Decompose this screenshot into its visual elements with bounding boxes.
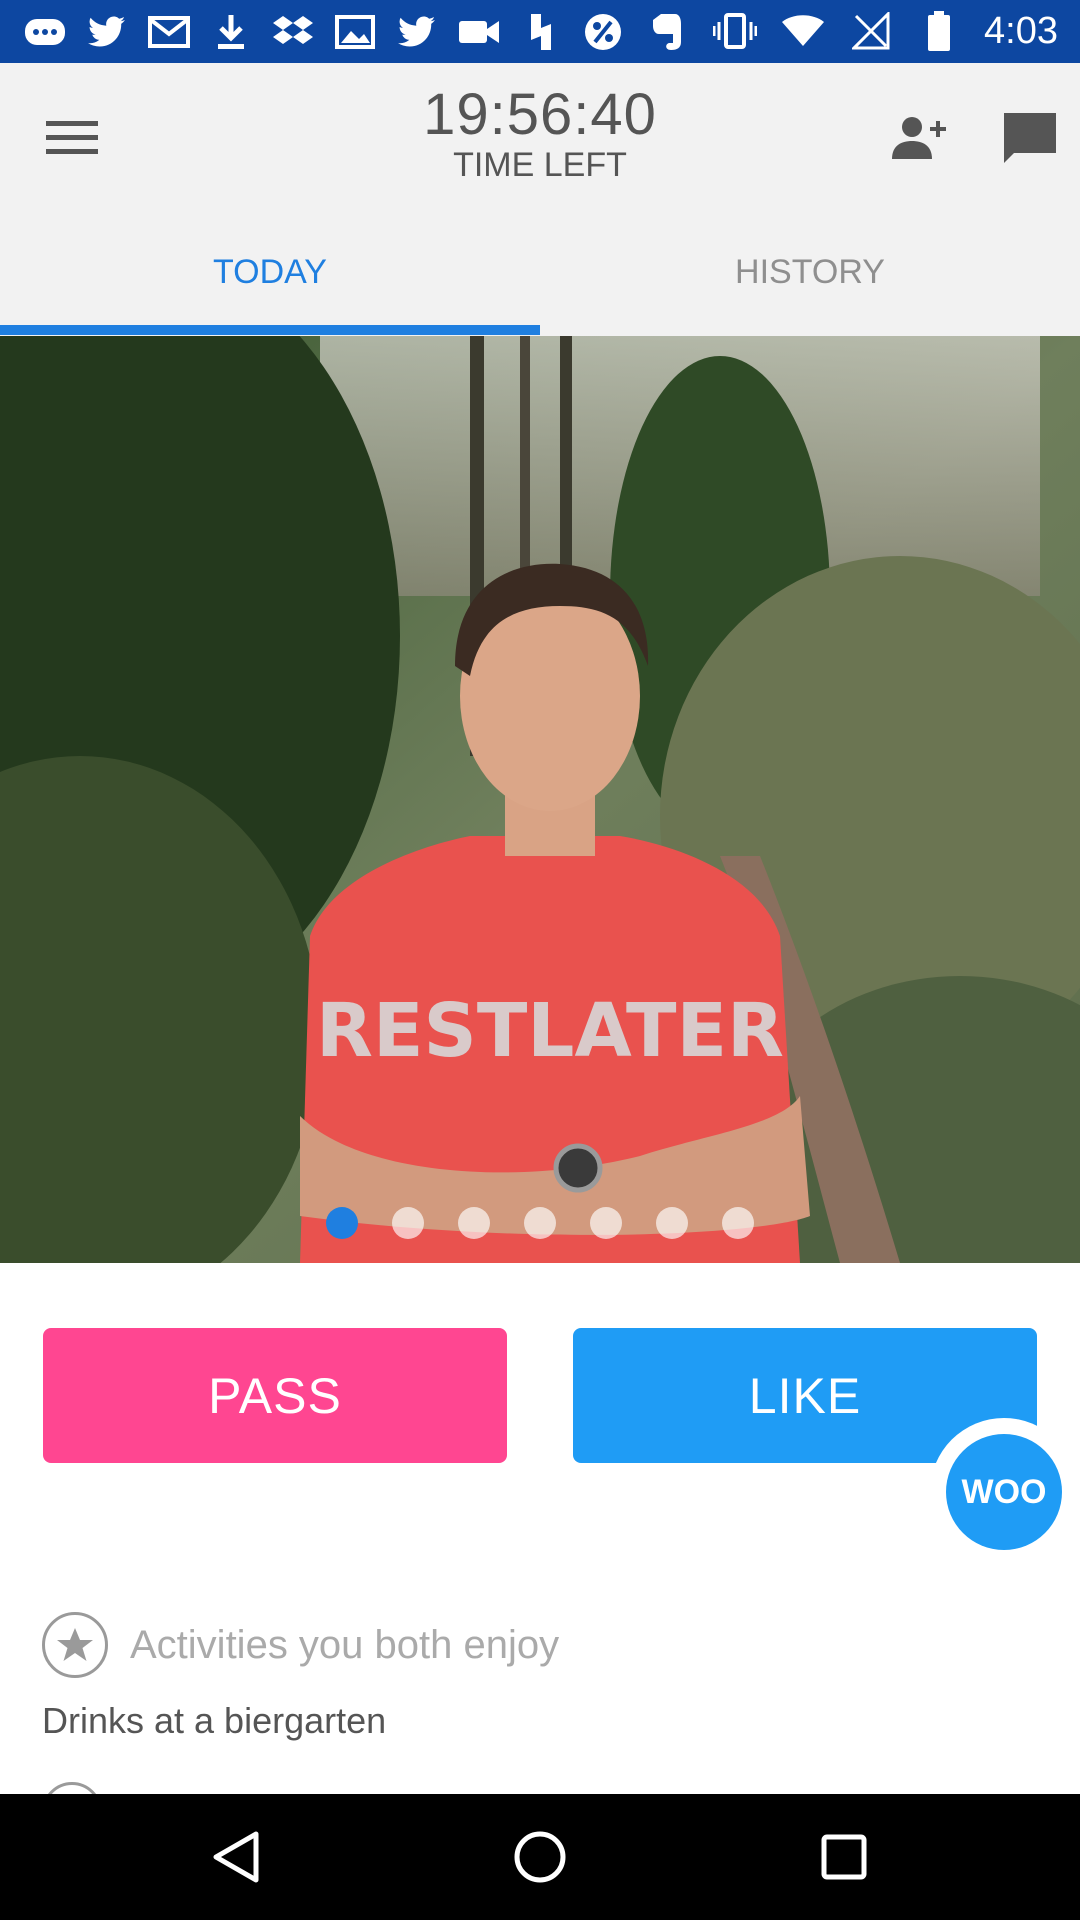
activities-title: Activities you both enjoy [130, 1622, 560, 1667]
home-button[interactable] [500, 1822, 580, 1892]
pager-dot[interactable] [722, 1207, 754, 1239]
pager-dot[interactable] [590, 1207, 622, 1239]
dropbox-icon [270, 10, 316, 54]
battery-icon [916, 9, 962, 53]
countdown-timer: 19:56:40 TIME LEFT [340, 82, 740, 184]
timer-value: 19:56:40 [423, 82, 657, 147]
wifi-icon [780, 9, 826, 53]
messages-button[interactable] [990, 105, 1070, 171]
active-tab-indicator [0, 325, 540, 335]
tab-history[interactable]: HISTORY [540, 208, 1080, 336]
percent-icon [580, 10, 626, 54]
activity-item: Drinks at a biergarten [42, 1700, 387, 1741]
home-circle-icon [514, 1831, 566, 1883]
activities-section: Activities you both enjoy Drinks at a bi… [42, 1612, 1042, 1742]
bolt-icon [518, 10, 564, 54]
shirt-text: RESTLATER [316, 988, 784, 1074]
back-triangle-icon [213, 1831, 259, 1883]
twitter-icon [394, 10, 440, 54]
menu-button[interactable] [32, 105, 112, 171]
evernote-icon [642, 10, 688, 54]
add-person-icon [892, 117, 946, 159]
tab-today[interactable]: TODAY [0, 208, 540, 336]
download-icon [208, 10, 254, 54]
app-toolbar: 19:56:40 TIME LEFT [0, 63, 1080, 208]
system-nav-bar [0, 1794, 1080, 1920]
pager-dot[interactable] [458, 1207, 490, 1239]
recents-square-icon [821, 1834, 867, 1880]
image-icon [332, 10, 378, 54]
tab-bar: TODAY HISTORY [0, 208, 1080, 336]
pager-dot[interactable] [524, 1207, 556, 1239]
pager-dot[interactable] [326, 1207, 358, 1239]
photo-pager [0, 1207, 1080, 1239]
star-icon [42, 1612, 108, 1678]
woo-button[interactable]: WOO [946, 1434, 1062, 1550]
back-button[interactable] [196, 1822, 276, 1892]
gmail-icon [146, 10, 192, 54]
video-camera-icon [456, 10, 502, 54]
activities-header: Activities you both enjoy [42, 1612, 1042, 1678]
profile-photo[interactable]: RESTLATER [0, 336, 1080, 1263]
hamburger-menu-icon [46, 121, 98, 154]
no-signal-icon [848, 9, 894, 53]
twitter-icon [84, 10, 130, 54]
pass-button[interactable]: PASS [43, 1328, 507, 1463]
pager-dot[interactable] [392, 1207, 424, 1239]
chat-bubble-icon [22, 10, 68, 54]
status-bar: 4:03 [0, 0, 1080, 63]
status-clock: 4:03 [984, 10, 1058, 52]
pager-dot[interactable] [656, 1207, 688, 1239]
add-friend-button[interactable] [880, 105, 960, 171]
timer-label: TIME LEFT [453, 146, 627, 184]
chat-bubble-icon [1004, 113, 1056, 163]
vibrate-icon [712, 9, 758, 53]
recents-button[interactable] [804, 1822, 884, 1892]
notification-icons [22, 10, 688, 54]
profile-photo-image: RESTLATER [0, 336, 1080, 1263]
